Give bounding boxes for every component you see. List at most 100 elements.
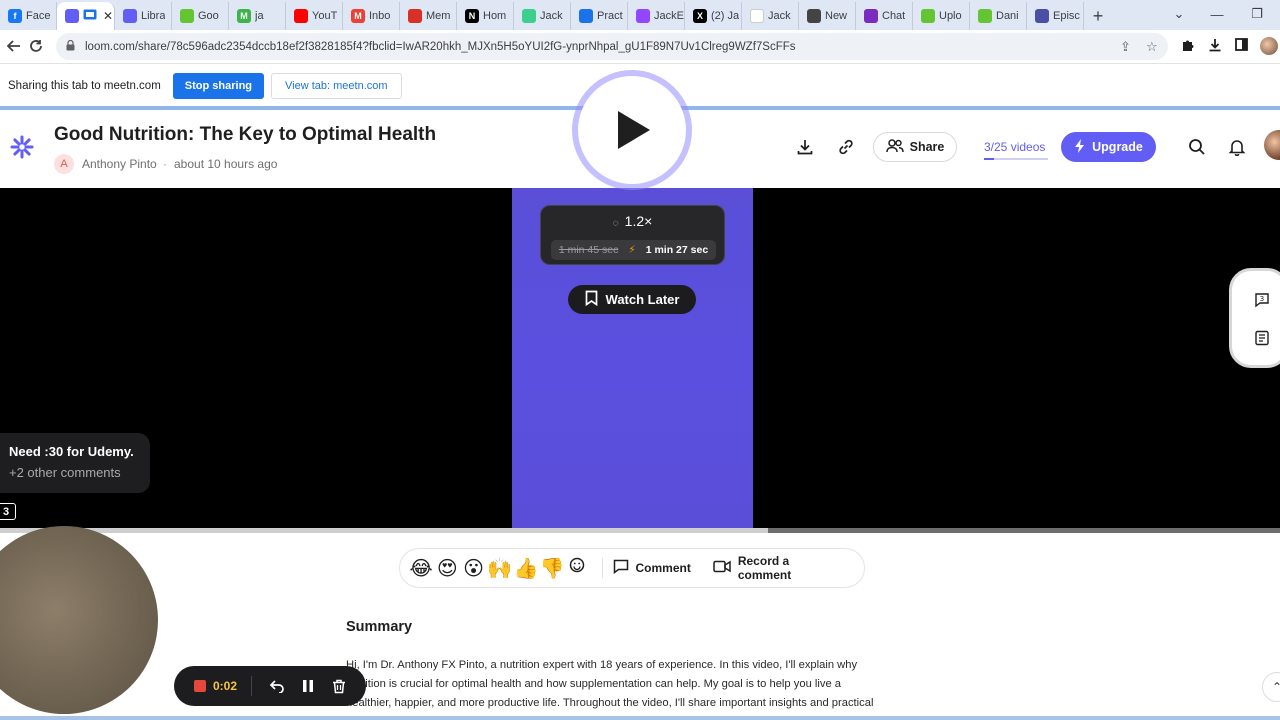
download-video-icon[interactable] (794, 136, 816, 158)
copy-link-icon[interactable] (835, 136, 857, 158)
upgrade-button[interactable]: Upgrade (1061, 132, 1156, 162)
author-name[interactable]: Anthony Pinto (82, 157, 157, 171)
loom-icon (65, 9, 79, 23)
browser-tab[interactable]: Mja (229, 2, 286, 30)
tab-search-icon[interactable]: ⌄ (1160, 0, 1198, 28)
laugh-emoji-button[interactable]: 😂 (408, 556, 434, 581)
play-icon (618, 111, 650, 149)
tab-label: Face (26, 10, 51, 22)
pause-icon[interactable] (297, 675, 319, 697)
browser-tab[interactable]: N Hom (457, 2, 514, 30)
tab-label: Uplo (939, 10, 962, 22)
comment-label: Comment (635, 561, 691, 575)
svg-text:3: 3 (1260, 295, 1264, 303)
browser-tab[interactable]: Dani (970, 2, 1027, 30)
browser-tab[interactable]: Libra (115, 2, 172, 30)
video-camera-icon (713, 560, 731, 576)
surprised-emoji-button[interactable]: 😮 (460, 556, 486, 581)
tab-label: Libra (141, 10, 166, 22)
new-tab-button[interactable]: + (1084, 2, 1112, 30)
browser-tab[interactable]: JackE (628, 2, 685, 30)
original-duration: 1 min 45 sec (558, 244, 619, 256)
other-comments-count[interactable]: +2 other comments (9, 465, 121, 480)
browser-tab[interactable]: f Face (0, 2, 57, 30)
tab-label: Pract (597, 10, 623, 22)
tab-label: ja (255, 10, 264, 22)
tab-label: New (825, 10, 848, 22)
share-button[interactable]: Share (873, 132, 957, 162)
stop-sharing-button[interactable]: Stop sharing (172, 72, 265, 99)
browser-tab[interactable]: Mem (400, 2, 457, 30)
trash-icon[interactable] (328, 675, 350, 697)
side-panel-icon[interactable] (1235, 38, 1248, 54)
browser-tab[interactable]: X (2) Ja (685, 2, 742, 30)
tab-label: Episc (1053, 10, 1080, 22)
restart-icon[interactable] (266, 675, 288, 697)
video-quota-bar (984, 158, 1048, 160)
video-count[interactable]: 3/25 videos (984, 140, 1045, 154)
upgrade-label: Upgrade (1092, 140, 1143, 154)
browser-tab[interactable]: Chat (856, 2, 913, 30)
comment-preview-bubble[interactable]: Need :30 for Udemy. +2 other comments (0, 433, 150, 493)
restore-icon[interactable]: ❐ (1238, 0, 1276, 28)
play-icon-circle (578, 76, 686, 184)
tab-label: Jack (768, 10, 791, 22)
view-tab-button[interactable]: View tab: meetn.com (271, 72, 402, 99)
openai-icon (807, 9, 821, 23)
loom-logo-icon[interactable] (10, 135, 34, 159)
stop-recording-icon[interactable] (194, 680, 206, 692)
tab-label: Jack (540, 10, 563, 22)
extensions-puzzle-icon[interactable] (1181, 38, 1195, 55)
browser-tab[interactable]: YouT (286, 2, 343, 30)
browser-tab[interactable]: Uplo (913, 2, 970, 30)
user-avatar[interactable] (1264, 130, 1280, 160)
people-icon (885, 138, 904, 156)
close-tab-icon[interactable]: ✕ (103, 9, 113, 23)
heart-eyes-emoji-button[interactable]: 😍 (434, 556, 460, 581)
browser-tab[interactable]: Episc (1027, 2, 1084, 30)
playback-speed-card[interactable]: ◌ 1.2× 1 min 45 sec ⚡ 1 min 27 sec (540, 205, 725, 265)
reload-icon[interactable] (22, 32, 50, 60)
address-bar[interactable]: loom.com/share/78c596adc2354dccb18ef2f38… (56, 33, 1168, 60)
tab-label: JackE (654, 10, 684, 22)
red-circle-icon (408, 9, 422, 23)
transcript-panel-icon[interactable] (1251, 327, 1273, 349)
share-page-icon[interactable]: ⇪ (1120, 39, 1131, 55)
summary-heading: Summary (346, 619, 413, 635)
comment-button[interactable]: Comment (613, 559, 691, 577)
thumbs-down-emoji-button[interactable]: 👎 (539, 556, 565, 581)
browser-tab[interactable]: M Inbo (343, 2, 400, 30)
browser-tab[interactable]: ✕ (57, 2, 115, 30)
purple-circle-icon (864, 9, 878, 23)
reaction-bar: 😂 😍 😮 🙌 👍 👎 Comment Record a comment (399, 548, 865, 588)
posted-time: about 10 hours ago (174, 157, 278, 171)
tab-label: (2) Ja (711, 10, 740, 22)
thumbs-up-emoji-button[interactable]: 👍 (513, 556, 539, 581)
bookmark-star-icon[interactable]: ☆ (1146, 39, 1158, 55)
play-button[interactable] (572, 70, 692, 190)
author-avatar[interactable]: A (54, 154, 74, 174)
browser-tab[interactable]: Jack (742, 2, 799, 30)
raised-hands-emoji-button[interactable]: 🙌 (487, 556, 513, 581)
recorder-divider (251, 676, 253, 696)
record-comment-button[interactable]: Record a comment (713, 554, 842, 582)
sharing-tab-indicator-icon (83, 9, 97, 23)
bell-icon[interactable] (1226, 136, 1248, 158)
blue-circle-icon (579, 9, 593, 23)
browser-tab[interactable]: Pract (571, 2, 628, 30)
browser-tab[interactable]: Goo (172, 2, 229, 30)
tab-label: YouT (312, 10, 338, 22)
browser-tab[interactable]: New (799, 2, 856, 30)
add-reaction-icon[interactable] (565, 556, 591, 580)
search-icon[interactable] (1186, 136, 1208, 158)
download-icon[interactable] (1208, 38, 1222, 55)
comment-marker-badge[interactable]: 3 (0, 503, 16, 520)
watch-later-button[interactable]: Watch Later (568, 285, 696, 314)
twitch-icon (636, 9, 650, 23)
comments-panel-icon[interactable]: 3 (1251, 289, 1273, 311)
browser-tab[interactable]: Jack (514, 2, 571, 30)
profile-avatar[interactable] (1260, 37, 1278, 55)
sharing-status-text: Sharing this tab to meetn.com (8, 79, 161, 92)
tab-label: Inbo (369, 10, 391, 22)
minimize-icon[interactable]: — (1198, 0, 1236, 28)
